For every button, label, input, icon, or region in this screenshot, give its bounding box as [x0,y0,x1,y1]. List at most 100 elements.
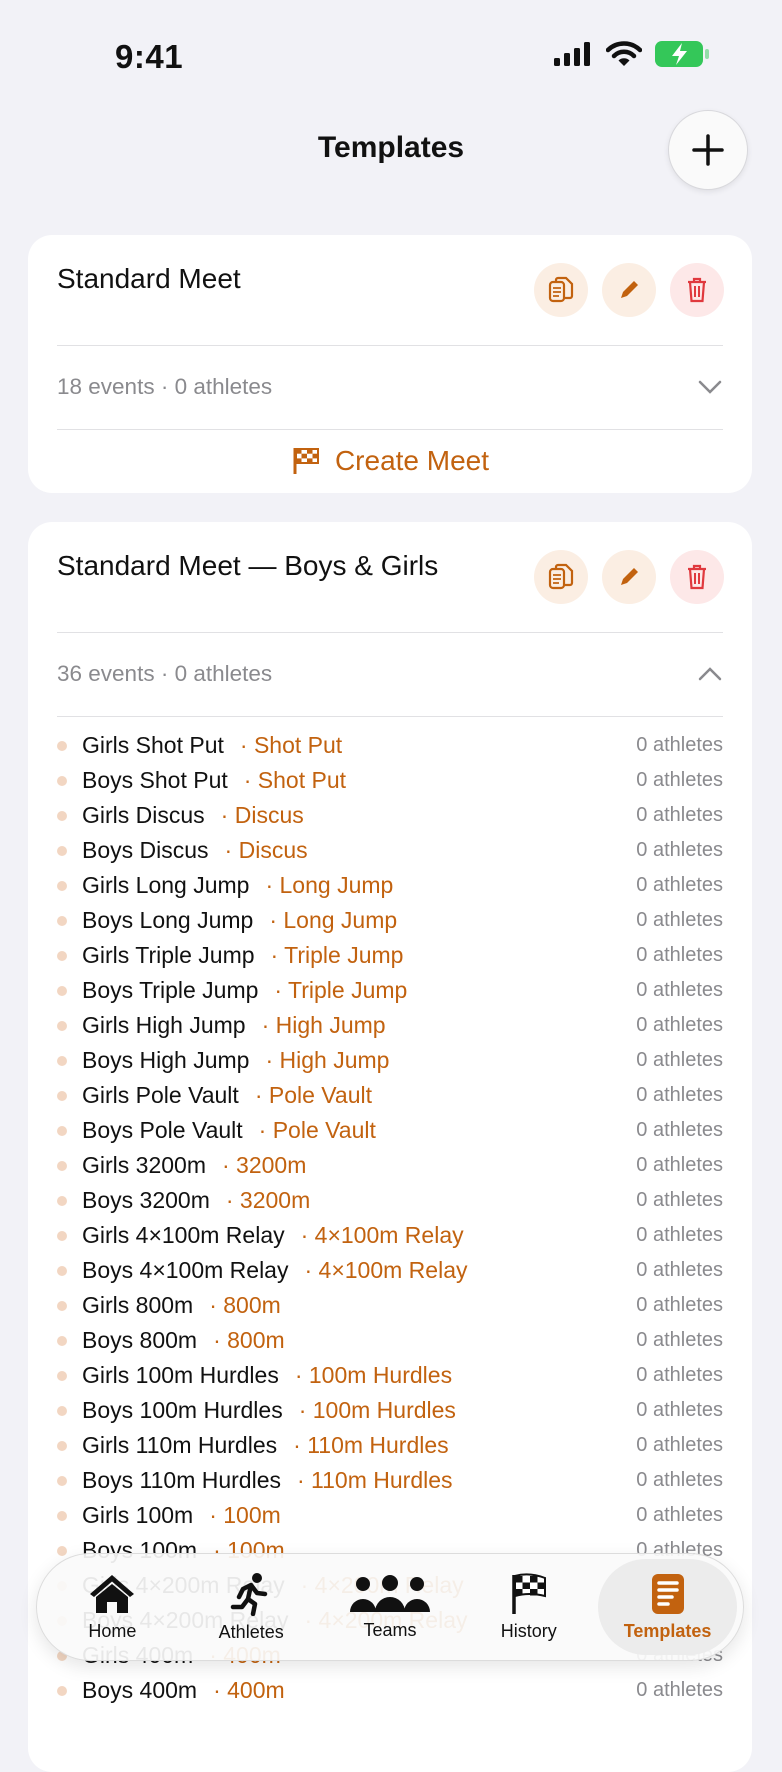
event-row[interactable]: Girls Triple Jump · Triple Jump 0 athletes [57,938,723,973]
template-name: Standard Meet — Boys & Girls [57,550,439,581]
event-name: Boys 100m Hurdles [82,1397,283,1423]
event-athlete-count: 0 athletes [636,1434,723,1456]
event-athlete-count: 0 athletes [636,944,723,966]
status-time: 9:41 [115,38,184,75]
event-name: Girls 100m [82,1502,194,1528]
event-row[interactable]: Girls 100m · 100m 0 athletes [57,1498,723,1533]
event-category: · Triple Jump [270,942,404,968]
event-row[interactable]: Girls 3200m · 3200m 0 athletes [57,1148,723,1183]
delete-button[interactable] [670,263,724,317]
event-row[interactable]: Girls 800m · 800m 0 athletes [57,1288,723,1323]
tab-history[interactable]: History [459,1559,598,1655]
status-icons [554,40,710,68]
tab-bar: Home Athletes Teams History Templates [36,1553,744,1661]
event-athlete-count: 0 athletes [636,1154,723,1176]
divider [57,345,723,346]
event-row[interactable]: Girls Discus · Discus 0 athletes [57,798,723,833]
event-row[interactable]: Girls 100m Hurdles · 100m Hurdles 0 athlet… [57,1358,723,1393]
event-row[interactable]: Boys 110m Hurdles · 110m Hurdles 0 athlete… [57,1463,723,1498]
event-name: Boys 3200m [82,1187,210,1213]
event-category: · 4×100m Relay [304,1257,468,1283]
event-category: · Shot Put [239,732,343,758]
event-athlete-count: 0 athletes [636,734,723,756]
bullet-dot [57,775,67,786]
event-name: Girls 110m Hurdles [82,1432,278,1458]
edit-button[interactable] [602,263,656,317]
event-row[interactable]: Boys 800m · 800m 0 athletes [57,1323,723,1358]
event-row[interactable]: Boys Shot Put · Shot Put 0 athletes [57,763,723,798]
wifi-icon [606,41,642,66]
divider [57,429,723,430]
bullet-dot [57,1020,67,1031]
trash-icon [688,564,706,590]
tab-athletes[interactable]: Athletes [182,1559,321,1655]
event-category: · High Jump [265,1047,390,1073]
event-category: · 110m Hurdles [297,1467,453,1493]
event-row[interactable]: Boys Triple Jump · Triple Jump 0 athletes [57,973,723,1008]
event-row[interactable]: Boys 400m · 400m 0 athletes [57,1673,723,1708]
tab-label: Athletes [218,1621,284,1642]
tab-label: History [500,1620,557,1641]
event-name: Boys Discus [82,837,209,863]
edit-button[interactable] [602,550,656,604]
bullet-dot [57,740,67,751]
event-name: Boys Triple Jump [82,977,259,1003]
event-category: · 800m [213,1327,285,1353]
bullet-dot [57,810,67,821]
event-row[interactable]: Girls Shot Put · Shot Put 0 athletes [57,728,723,763]
bullet-dot [57,880,67,891]
event-row[interactable]: Girls 4×100m Relay · 4×100m Relay 0 athlet… [57,1218,723,1253]
template-summary: 18 events · 0 athletes [57,374,273,399]
event-athlete-count: 0 athletes [636,1364,723,1386]
event-name: Girls 800m [82,1292,194,1318]
event-athlete-count: 0 athletes [636,1469,723,1491]
divider [57,716,723,717]
event-category: · Long Jump [269,907,398,933]
create-meet-button[interactable]: Create Meet [28,445,752,477]
duplicate-icon [548,563,574,590]
template-actions [534,550,724,604]
event-category: · 400m [213,1677,285,1703]
tab-teams[interactable]: Teams [321,1559,460,1655]
bullet-dot [57,1125,67,1136]
event-row[interactable]: Girls High Jump · High Jump 0 athletes [57,1008,723,1043]
page-title: Templates [317,131,465,164]
event-row[interactable]: Boys 4×100m Relay · 4×100m Relay 0 athlete… [57,1253,723,1288]
event-athlete-count: 0 athletes [636,839,723,861]
bullet-dot [57,1440,67,1451]
chevron-up-icon[interactable] [698,666,722,682]
event-row[interactable]: Boys 3200m · 3200m 0 athletes [57,1183,723,1218]
people-icon [349,1574,430,1612]
bullet-dot [57,1685,67,1696]
tab-label: Teams [363,1619,417,1640]
template-name: Standard Meet [57,263,241,294]
add-template-button[interactable] [668,110,748,190]
duplicate-button[interactable] [534,263,588,317]
event-name: Boys 4×100m Relay [82,1257,289,1283]
tab-home[interactable]: Home [43,1559,182,1655]
tab-label: Templates [623,1620,712,1641]
event-category: · 100m Hurdles [298,1397,456,1423]
event-category: · 3200m [225,1187,311,1213]
duplicate-icon [548,276,574,303]
delete-button[interactable] [670,550,724,604]
event-row[interactable]: Girls Pole Vault · Pole Vault 0 athletes [57,1078,723,1113]
tab-templates[interactable]: Templates [598,1559,737,1655]
duplicate-button[interactable] [534,550,588,604]
event-row[interactable]: Girls Long Jump · Long Jump 0 athletes [57,868,723,903]
bullet-dot [57,1195,67,1206]
event-name: Boys Pole Vault [82,1117,243,1143]
event-category: · 3200m [221,1152,307,1178]
event-row[interactable]: Boys 100m Hurdles · 100m Hurdles 0 athlete… [57,1393,723,1428]
checkered-flag-icon [512,1572,546,1614]
event-row[interactable]: Boys Discus · Discus 0 athletes [57,833,723,868]
bullet-dot [57,1510,67,1521]
event-row[interactable]: Boys High Jump · High Jump 0 athletes [57,1043,723,1078]
chevron-down-icon[interactable] [698,379,722,395]
bullet-dot [57,1300,67,1311]
bullet-dot [57,1475,67,1486]
create-meet-label: Create Meet [334,445,490,476]
event-row[interactable]: Boys Long Jump · Long Jump 0 athletes [57,903,723,938]
event-row[interactable]: Boys Pole Vault · Pole Vault 0 athletes [57,1113,723,1148]
event-row[interactable]: Girls 110m Hurdles · 110m Hurdles 0 athlet… [57,1428,723,1463]
